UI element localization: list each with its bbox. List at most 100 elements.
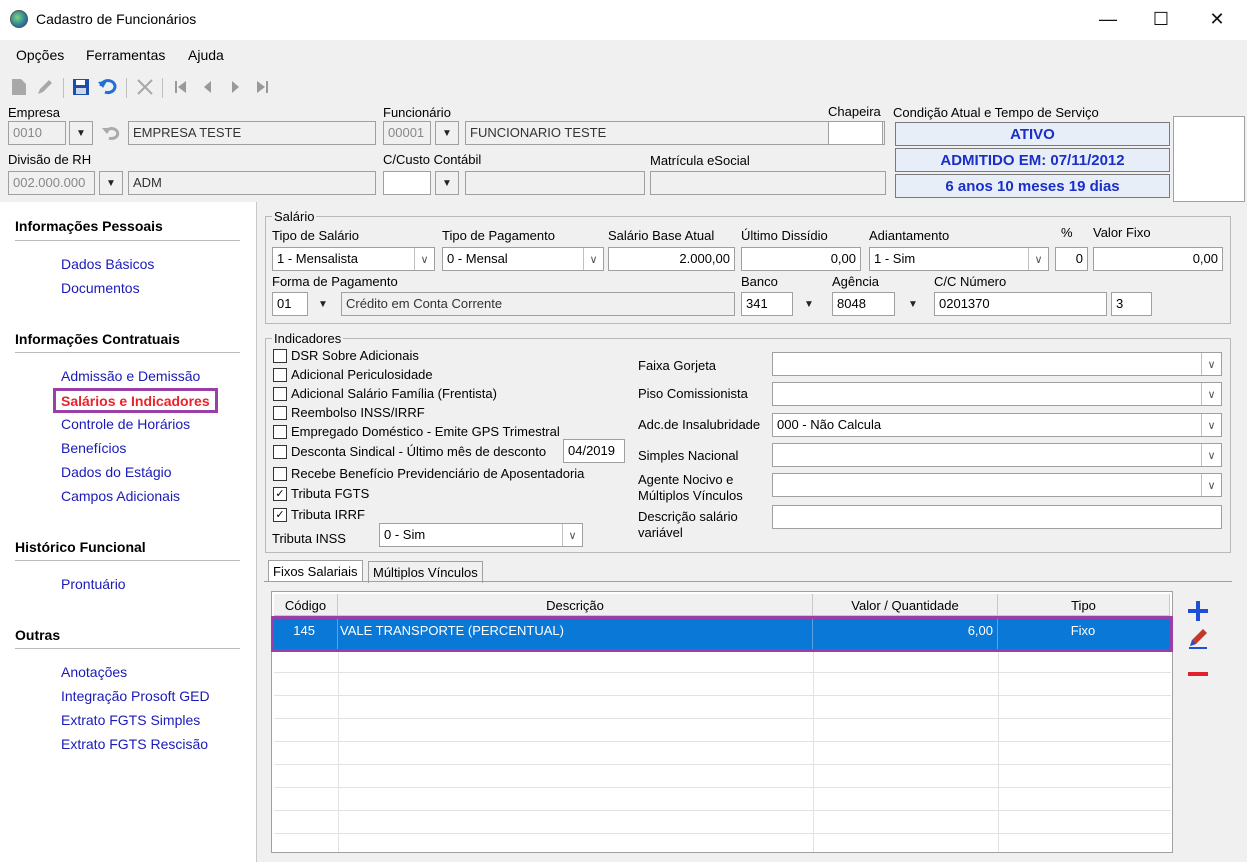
maximize-button[interactable]: ☐	[1138, 0, 1184, 38]
edit-pencil-icon[interactable]	[34, 76, 56, 98]
chk-tributa-irrf[interactable]: ✓	[273, 508, 287, 522]
left-nav-pane	[0, 202, 256, 862]
next-record-icon[interactable]	[224, 76, 246, 98]
agencia-field[interactable]: 8048	[832, 292, 895, 316]
banco-field[interactable]: 341	[741, 292, 793, 316]
ccusto-code-field[interactable]	[383, 171, 431, 195]
agente-nocivo-select[interactable]: ∨	[772, 473, 1222, 497]
forma-pagamento-dropdown-button[interactable]: ▼	[311, 292, 335, 316]
ultimo-dissidio-field[interactable]: 0,00	[741, 247, 861, 271]
descricao-salario-field[interactable]	[772, 505, 1222, 529]
salario-base-field[interactable]: 2.000,00	[608, 247, 735, 271]
chevron-down-icon: ∨	[1201, 444, 1221, 466]
save-icon[interactable]	[70, 76, 92, 98]
new-document-icon[interactable]	[8, 76, 30, 98]
ultimo-dissidio-label: Último Dissídio	[741, 228, 828, 243]
minimize-button[interactable]: —	[1085, 0, 1131, 38]
remove-minus-icon[interactable]	[1185, 656, 1211, 687]
tipo-salario-label: Tipo de Salário	[272, 228, 359, 243]
divisao-dropdown-button[interactable]: ▼	[99, 171, 123, 195]
chapeira-field[interactable]	[828, 121, 883, 145]
agente-nocivo-label-1: Agente Nocivo e	[638, 472, 734, 487]
menu-opcoes[interactable]: Opções	[16, 47, 64, 63]
chk-salario-familia[interactable]	[273, 387, 287, 401]
adiantamento-label: Adiantamento	[869, 228, 950, 243]
chevron-down-icon: ∨	[414, 248, 434, 270]
nav-section-informacoes-pessoais: Informações Pessoais	[15, 218, 163, 234]
divisao-code-field[interactable]: 002.000.000	[8, 171, 95, 195]
ccusto-name-field	[465, 171, 645, 195]
nav-link-salarios-indicadores[interactable]: Salários e Indicadores	[53, 388, 218, 413]
nav-link-dados-basicos[interactable]: Dados Básicos	[61, 256, 154, 272]
empresa-dropdown-button[interactable]: ▼	[69, 121, 93, 145]
edit-pencil-icon[interactable]	[1185, 626, 1211, 657]
funcionario-dropdown-button[interactable]: ▼	[435, 121, 459, 145]
nav-link-integracao-ged[interactable]: Integração Prosoft GED	[61, 688, 210, 704]
simples-nacional-select[interactable]: ∨	[772, 443, 1222, 467]
nav-link-extrato-fgts-rescisao[interactable]: Extrato FGTS Rescisão	[61, 736, 208, 752]
ccusto-dropdown-button[interactable]: ▼	[435, 171, 459, 195]
last-record-icon[interactable]	[251, 76, 273, 98]
piso-comissionista-select[interactable]: ∨	[772, 382, 1222, 406]
col-header-codigo[interactable]: Código	[274, 594, 338, 616]
previous-record-icon[interactable]	[197, 76, 219, 98]
menu-ferramentas[interactable]: Ferramentas	[86, 47, 165, 63]
banco-label: Banco	[741, 274, 778, 289]
menu-ajuda[interactable]: Ajuda	[188, 47, 224, 63]
nav-link-anotacoes[interactable]: Anotações	[61, 664, 127, 680]
tributa-inss-select[interactable]: 0 - Sim ∨	[379, 523, 583, 547]
adiantamento-select[interactable]: 1 - Sim ∨	[869, 247, 1049, 271]
forma-pagamento-name-field: Crédito em Conta Corrente	[341, 292, 735, 316]
nav-link-dados-estagio[interactable]: Dados do Estágio	[61, 464, 172, 480]
nav-link-beneficios[interactable]: Benefícios	[61, 440, 126, 456]
status-badge: ATIVO	[895, 122, 1170, 146]
nav-link-documentos[interactable]: Documentos	[61, 280, 140, 296]
tipo-salario-select[interactable]: 1 - Mensalista ∨	[272, 247, 435, 271]
col-header-descricao[interactable]: Descrição	[338, 594, 813, 616]
funcionario-name-field: FUNCIONARIO TESTE	[465, 121, 885, 145]
chk-dsr-adicionais[interactable]	[273, 349, 287, 363]
tab-multiplos-vinculos[interactable]: Múltiplos Vínculos	[368, 561, 483, 583]
delete-x-icon[interactable]	[134, 76, 156, 98]
nav-link-prontuario[interactable]: Prontuário	[61, 576, 126, 592]
forma-pagamento-label: Forma de Pagamento	[272, 274, 398, 289]
col-header-valor[interactable]: Valor / Quantidade	[813, 594, 998, 616]
forma-pagamento-code-field[interactable]: 01	[272, 292, 308, 316]
first-record-icon[interactable]	[170, 76, 192, 98]
nav-link-campos-adicionais[interactable]: Campos Adicionais	[61, 488, 180, 504]
banco-dropdown-button[interactable]: ▼	[797, 292, 821, 316]
chk-empregado-domestico[interactable]	[273, 425, 287, 439]
nav-link-extrato-fgts-simples[interactable]: Extrato FGTS Simples	[61, 712, 200, 728]
valor-fixo-field[interactable]: 0,00	[1093, 247, 1223, 271]
matricula-field[interactable]	[650, 171, 886, 195]
chk-salario-familia-label: Adicional Salário Família (Frentista)	[291, 386, 497, 401]
percent-field[interactable]: 0	[1055, 247, 1088, 271]
sindical-mes-field[interactable]: 04/2019	[563, 439, 625, 463]
employee-photo[interactable]	[1173, 116, 1245, 202]
tempo-servico-badge: 6 anos 10 meses 19 dias	[895, 174, 1170, 198]
col-header-tipo[interactable]: Tipo	[998, 594, 1170, 616]
cc-numero-label: C/C Número	[934, 274, 1007, 289]
empresa-refresh-icon[interactable]	[99, 121, 123, 145]
nav-link-admissao-demissao[interactable]: Admissão e Demissão	[61, 368, 200, 384]
funcionario-code-field[interactable]: 00001	[383, 121, 431, 145]
chk-adicional-periculosidade[interactable]	[273, 368, 287, 382]
undo-icon[interactable]	[97, 76, 119, 98]
add-plus-icon[interactable]	[1185, 598, 1211, 629]
close-button[interactable]: ✕	[1194, 0, 1240, 38]
nav-link-controle-horarios[interactable]: Controle de Horários	[61, 416, 190, 432]
cc-digito-field[interactable]: 3	[1111, 292, 1152, 316]
tab-fixos-salariais[interactable]: Fixos Salariais	[268, 560, 363, 582]
agencia-dropdown-button[interactable]: ▼	[901, 292, 925, 316]
tipo-pagamento-select[interactable]: 0 - Mensal ∨	[442, 247, 604, 271]
chk-desconta-sindical[interactable]	[273, 445, 287, 459]
faixa-gorjeta-select[interactable]: ∨	[772, 352, 1222, 376]
chk-tributa-fgts[interactable]: ✓	[273, 487, 287, 501]
chk-reembolso-inss[interactable]	[273, 406, 287, 420]
cc-numero-field[interactable]: 0201370	[934, 292, 1107, 316]
chk-tributa-fgts-label: Tributa FGTS	[291, 486, 370, 501]
empresa-code-field[interactable]: 0010	[8, 121, 66, 145]
agencia-label: Agência	[832, 274, 879, 289]
chk-beneficio-aposentadoria[interactable]	[273, 467, 287, 481]
insalubridade-select[interactable]: 000 - Não Calcula ∨	[772, 413, 1222, 437]
